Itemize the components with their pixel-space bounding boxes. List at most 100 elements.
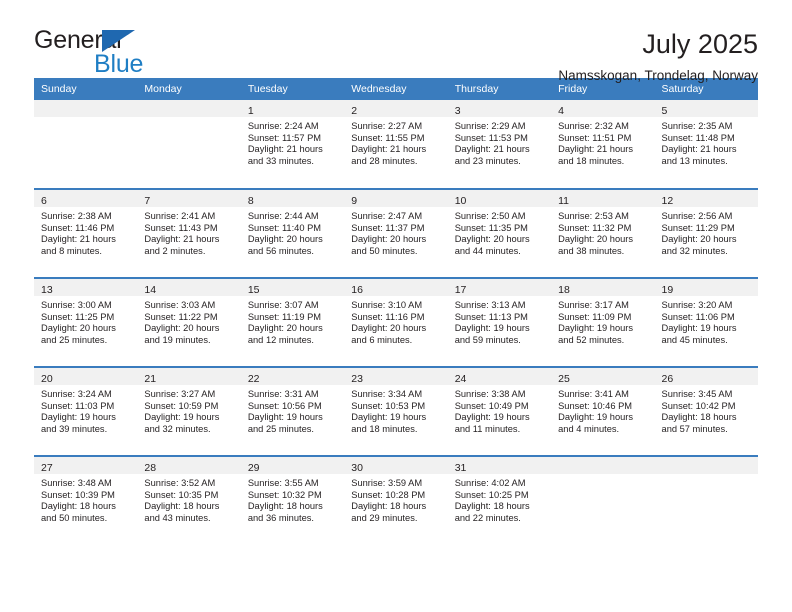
day-number: 4 <box>558 105 564 117</box>
sunset-text: Sunset: 11:53 PM <box>454 132 528 143</box>
sunrise-text: Sunrise: 3:55 AM <box>247 478 319 488</box>
calendar-day-cell[interactable]: 11 Sunrise: 2:53 AM Sunset: 11:32 PM Daylig… <box>551 188 655 278</box>
day-cell-details: Sunrise: 3:59 AM Sunset: 10:28 PM Daylight… <box>344 474 447 524</box>
weekday-header-wednesday: Wednesday <box>344 78 448 100</box>
day-number: 22 <box>247 373 260 385</box>
calendar-day-cell[interactable]: 20 Sunrise: 3:24 AM Sunset: 11:03 PM Daylig… <box>34 366 138 456</box>
day-number-band: 5 <box>654 100 758 117</box>
calendar-day-cell[interactable]: 7 Sunrise: 2:41 AM Sunset: 11:43 PM Dayligh… <box>137 188 241 278</box>
day-cell-details: Sunrise: 2:24 AM Sunset: 11:57 PM Daylight… <box>241 117 344 167</box>
sunrise-text: Sunrise: 3:00 AM <box>41 300 112 310</box>
day-cell-details: Sunrise: 3:52 AM Sunset: 10:35 PM Daylight… <box>137 474 240 524</box>
day-number-band: 2 <box>344 100 448 117</box>
sunset-text: Sunset: 10:42 PM <box>661 400 736 411</box>
daylight-text: Daylight: 19 hours and 4 minutes. <box>558 412 634 434</box>
sunrise-text: Sunrise: 2:41 AM <box>144 211 216 221</box>
calendar-day-cell[interactable]: 26 Sunrise: 3:45 AM Sunset: 10:42 PM Daylig… <box>654 366 758 456</box>
calendar-day-cell[interactable]: 6 Sunrise: 2:38 AM Sunset: 11:46 PM Dayligh… <box>34 188 138 278</box>
calendar-day-cell[interactable]: 9 Sunrise: 2:47 AM Sunset: 11:37 PM Dayligh… <box>344 188 448 278</box>
sunrise-text: Sunrise: 3:34 AM <box>351 389 423 399</box>
day-cell-inner: 9 Sunrise: 2:47 AM Sunset: 11:37 PM Dayligh… <box>344 190 448 277</box>
sunrise-text: Sunrise: 2:24 AM <box>247 121 319 131</box>
day-cell-details: Sunrise: 3:00 AM Sunset: 11:25 PM Daylight… <box>34 296 137 346</box>
day-number: 2 <box>351 105 358 117</box>
calendar-day-cell[interactable]: 30 Sunrise: 3:59 AM Sunset: 10:28 PM Daylig… <box>344 455 448 545</box>
calendar-day-cell[interactable]: 15 Sunrise: 3:07 AM Sunset: 11:19 PM Daylig… <box>240 277 345 367</box>
sunrise-text: Sunrise: 2:35 AM <box>661 121 733 131</box>
day-cell-details: Sunrise: 4:02 AM Sunset: 10:25 PM Daylight… <box>448 474 551 524</box>
sunset-text: Sunset: 10:46 PM <box>558 400 633 411</box>
day-cell-inner: 19 Sunrise: 3:20 AM Sunset: 11:06 PM Daylig… <box>654 279 758 366</box>
calendar-day-cell[interactable]: 10 Sunrise: 2:50 AM Sunset: 11:35 PM Daylig… <box>447 188 552 278</box>
sunrise-text: Sunrise: 3:52 AM <box>144 478 216 488</box>
brand-name-blue: Blue <box>94 50 144 78</box>
day-cell-inner: 26 Sunrise: 3:45 AM Sunset: 10:42 PM Daylig… <box>654 368 758 455</box>
daylight-text: Daylight: 18 hours and 57 minutes. <box>661 412 737 434</box>
calendar-day-cell[interactable]: 21 Sunrise: 3:27 AM Sunset: 10:59 PM Daylig… <box>137 366 241 456</box>
day-number-band: 19 <box>654 279 758 296</box>
day-cell-details: Sunrise: 2:27 AM Sunset: 11:55 PM Daylight… <box>344 117 447 167</box>
calendar-day-cell[interactable]: 17 Sunrise: 3:13 AM Sunset: 11:13 PM Daylig… <box>447 277 552 367</box>
calendar-day-cell[interactable]: 19 Sunrise: 3:20 AM Sunset: 11:06 PM Daylig… <box>654 277 758 367</box>
calendar-day-cell[interactable]: 8 Sunrise: 2:44 AM Sunset: 11:40 PM Dayligh… <box>240 188 345 278</box>
sunset-text: Sunset: 11:25 PM <box>41 311 115 322</box>
day-number-band: 28 <box>137 457 241 474</box>
calendar-day-cell[interactable]: 14 Sunrise: 3:03 AM Sunset: 11:22 PM Daylig… <box>137 277 241 367</box>
day-cell-details: Sunrise: 3:20 AM Sunset: 11:06 PM Daylight… <box>655 296 758 346</box>
calendar-day-cell[interactable]: 25 Sunrise: 3:41 AM Sunset: 10:46 PM Daylig… <box>551 366 655 456</box>
day-number-band: 31 <box>447 457 552 474</box>
day-cell-details: Sunrise: 3:38 AM Sunset: 10:49 PM Daylight… <box>448 385 551 435</box>
page-header: General Blue July 2025 Namsskogan, Trond… <box>34 0 758 84</box>
calendar-day-cell[interactable]: 4 Sunrise: 2:32 AM Sunset: 11:51 PM Dayligh… <box>551 100 655 189</box>
calendar-day-cell[interactable]: 13 Sunrise: 3:00 AM Sunset: 11:25 PM Daylig… <box>34 277 138 367</box>
calendar-day-cell[interactable]: 1 Sunrise: 2:24 AM Sunset: 11:57 PM Dayligh… <box>240 100 345 189</box>
day-number-band: 23 <box>344 368 448 385</box>
day-number-band: 1 <box>240 100 345 117</box>
calendar-day-cell[interactable]: 16 Sunrise: 3:10 AM Sunset: 11:16 PM Daylig… <box>344 277 448 367</box>
day-number-band: 13 <box>34 279 138 296</box>
calendar-day-cell[interactable]: 27 Sunrise: 3:48 AM Sunset: 10:39 PM Daylig… <box>34 455 138 545</box>
calendar-day-cell[interactable]: 24 Sunrise: 3:38 AM Sunset: 10:49 PM Daylig… <box>447 366 552 456</box>
title-block: July 2025 Namsskogan, Trondelag, Norway <box>558 28 758 84</box>
blue-triangle-icon <box>102 30 135 52</box>
day-number-band: 30 <box>344 457 448 474</box>
calendar-day-cell[interactable]: 18 Sunrise: 3:17 AM Sunset: 11:09 PM Daylig… <box>551 277 655 367</box>
day-cell-inner: 2 Sunrise: 2:27 AM Sunset: 11:55 PM Dayligh… <box>344 100 448 187</box>
daylight-text: Daylight: 21 hours and 13 minutes. <box>661 144 737 166</box>
daylight-text: Daylight: 19 hours and 52 minutes. <box>558 323 634 345</box>
sunrise-text: Sunrise: 3:24 AM <box>41 389 112 399</box>
day-cell-inner: 17 Sunrise: 3:13 AM Sunset: 11:13 PM Daylig… <box>447 279 552 366</box>
calendar-day-cell[interactable]: 31 Sunrise: 4:02 AM Sunset: 10:25 PM Daylig… <box>447 455 552 545</box>
day-cell-inner: 27 Sunrise: 3:48 AM Sunset: 10:39 PM Daylig… <box>34 457 138 544</box>
sunrise-text: Sunrise: 3:17 AM <box>558 300 629 310</box>
day-cell-inner: 31 Sunrise: 4:02 AM Sunset: 10:25 PM Daylig… <box>447 457 552 544</box>
day-number-band: 17 <box>447 279 552 296</box>
day-number: 11 <box>558 195 570 207</box>
day-cell-inner: 11 Sunrise: 2:53 AM Sunset: 11:32 PM Daylig… <box>551 190 655 277</box>
calendar-day-cell[interactable]: 3 Sunrise: 2:29 AM Sunset: 11:53 PM Dayligh… <box>447 100 552 189</box>
brand-logo[interactable]: General Blue <box>34 28 214 84</box>
day-number-band: 25 <box>551 368 655 385</box>
calendar-day-cell[interactable]: 23 Sunrise: 3:34 AM Sunset: 10:53 PM Daylig… <box>344 366 448 456</box>
day-number-band <box>654 457 758 474</box>
daylight-text: Daylight: 18 hours and 22 minutes. <box>454 501 530 523</box>
day-number: 25 <box>558 373 570 385</box>
day-number-band: 22 <box>240 368 345 385</box>
calendar-day-cell[interactable]: 29 Sunrise: 3:55 AM Sunset: 10:32 PM Daylig… <box>240 455 345 545</box>
calendar-day-cell[interactable]: 12 Sunrise: 2:56 AM Sunset: 11:29 PM Daylig… <box>654 188 758 278</box>
calendar-day-cell[interactable]: 5 Sunrise: 2:35 AM Sunset: 11:48 PM Dayligh… <box>654 100 758 189</box>
sunset-text: Sunset: 11:19 PM <box>247 311 322 322</box>
calendar-day-cell[interactable]: 22 Sunrise: 3:31 AM Sunset: 10:56 PM Daylig… <box>240 366 345 456</box>
calendar-day-cell[interactable]: 28 Sunrise: 3:52 AM Sunset: 10:35 PM Daylig… <box>137 455 241 545</box>
day-number: 26 <box>661 373 674 385</box>
daylight-text: Daylight: 19 hours and 39 minutes. <box>41 412 116 434</box>
calendar-day-cell[interactable]: 2 Sunrise: 2:27 AM Sunset: 11:55 PM Dayligh… <box>344 100 448 189</box>
sunset-text: Sunset: 10:32 PM <box>247 489 322 500</box>
day-cell-details: Sunrise: 2:32 AM Sunset: 11:51 PM Daylight… <box>551 117 654 167</box>
day-cell-details: Sunrise: 3:03 AM Sunset: 11:22 PM Daylight… <box>137 296 240 346</box>
daylight-text: Daylight: 21 hours and 18 minutes. <box>558 144 634 166</box>
day-cell-inner: 14 Sunrise: 3:03 AM Sunset: 11:22 PM Daylig… <box>137 279 241 366</box>
daylight-text: Daylight: 19 hours and 25 minutes. <box>247 412 323 434</box>
day-cell-inner: 21 Sunrise: 3:27 AM Sunset: 10:59 PM Daylig… <box>137 368 241 455</box>
sunrise-text: Sunrise: 3:13 AM <box>454 300 526 310</box>
